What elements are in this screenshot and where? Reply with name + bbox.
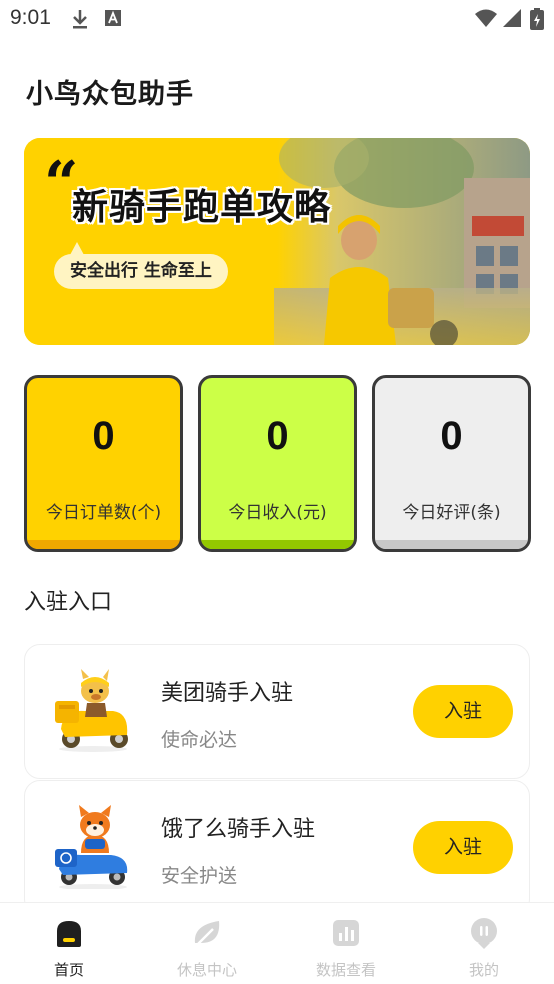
fox-scooter-icon (55, 805, 128, 889)
kangaroo-scooter-icon (55, 669, 128, 752)
status-time: 9:01 (10, 6, 51, 29)
promo-banner[interactable]: “ 新骑手跑单攻略 安全出行 生命至上 (24, 138, 530, 345)
leaf-icon (194, 921, 220, 946)
tab-rest-center[interactable]: 休息中心 (138, 903, 276, 984)
entry-name: 美团骑手入驻 (161, 681, 294, 706)
stat-strip (201, 540, 354, 549)
page-title: 小鸟众包助手 (26, 79, 194, 110)
text-a-icon (105, 10, 121, 26)
screen: 9:01 小鸟众包助手 “ 新骑手跑单攻略 安全出行 生命至上 0 今日订单数(… (0, 0, 554, 984)
stat-strip (375, 540, 528, 549)
tab-profile[interactable]: 我的 (415, 903, 553, 984)
tab-label: 休息中心 (176, 961, 237, 979)
reviews-label: 今日好评(条) (402, 503, 501, 523)
orders-count: 0 (92, 414, 115, 458)
status-bar: 9:01 (0, 0, 554, 38)
signal-icon (503, 9, 521, 27)
tab-label: 我的 (468, 961, 499, 979)
stat-card-reviews: 0 今日好评(条) (372, 375, 531, 552)
profile-icon (471, 918, 497, 949)
orders-label: 今日订单数(个) (45, 503, 162, 523)
stat-strip (27, 540, 180, 549)
stat-card-income: 0 今日收入(元) (198, 375, 357, 552)
join-meituan-button[interactable]: 入驻 (413, 685, 513, 738)
entry-desc: 安全护送 (161, 865, 238, 887)
entry-card-eleme: 饿了么骑手入驻 安全护送 入驻 (24, 780, 530, 915)
banner-title: 新骑手跑单攻略 (72, 187, 332, 228)
tab-label: 数据查看 (315, 961, 376, 979)
stat-card-orders: 0 今日订单数(个) (24, 375, 183, 552)
entry-card-meituan: 美团骑手入驻 使命必达 入驻 (24, 644, 530, 779)
join-eleme-button[interactable]: 入驻 (413, 821, 513, 874)
tab-data-view[interactable]: 数据查看 (277, 903, 415, 984)
entry-desc: 使命必达 (161, 729, 238, 751)
bottom-tab-bar: 首页 休息中心 数据查看 我的 (0, 902, 554, 984)
home-icon (57, 921, 81, 947)
banner-illustration (24, 138, 530, 345)
battery-icon (530, 8, 544, 30)
chart-icon (333, 920, 359, 946)
entry-name: 饿了么骑手入驻 (161, 817, 316, 842)
tab-label: 首页 (53, 961, 84, 979)
tab-home[interactable]: 首页 (0, 903, 138, 984)
wifi-icon (475, 9, 497, 27)
reviews-count: 0 (440, 414, 463, 458)
section-title: 入驻入口 (24, 590, 113, 615)
download-icon (73, 10, 87, 29)
income-amount: 0 (266, 414, 289, 458)
banner-slogan: 安全出行 生命至上 (54, 254, 228, 289)
income-label: 今日收入(元) (228, 503, 327, 523)
